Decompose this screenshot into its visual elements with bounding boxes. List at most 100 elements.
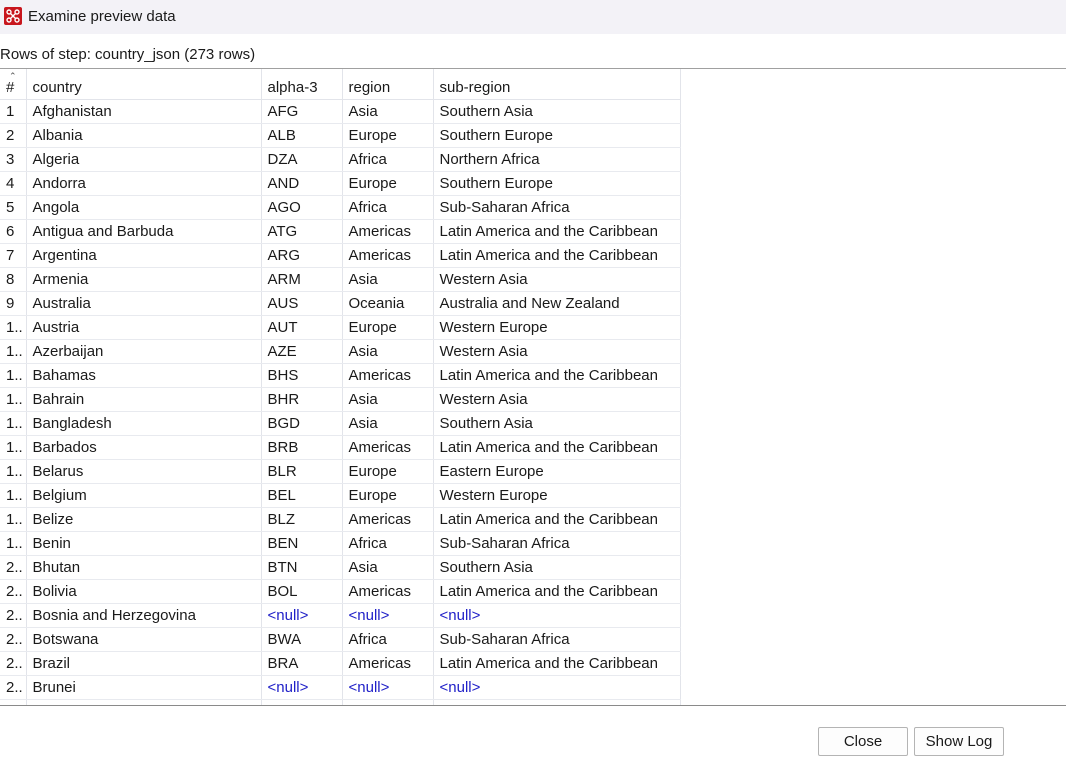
cell-rownum[interactable]: 1.. (0, 531, 27, 556)
cell-region[interactable]: Americas (342, 507, 434, 532)
cell-region[interactable]: Asia (342, 267, 434, 292)
cell-rownum[interactable]: 1.. (0, 507, 27, 532)
table-row[interactable]: 6 Antigua and Barbuda ATG Americas Latin Ame… (0, 219, 681, 244)
cell-alpha-3[interactable]: BLZ (261, 507, 343, 532)
cell-region[interactable]: Europe (342, 171, 434, 196)
cell-sub-region[interactable]: Latin America and the Caribbean (433, 579, 681, 604)
cell-alpha-3[interactable]: ATG (261, 219, 343, 244)
table-row[interactable]: 1.. Belarus BLR Europe Eastern Europe (0, 459, 681, 484)
cell-alpha-3[interactable]: BTN (261, 555, 343, 580)
cell-alpha-3[interactable]: BEL (261, 483, 343, 508)
cell-country[interactable]: Bosnia and Herzegovina (26, 603, 262, 628)
cell-sub-region[interactable]: Latin America and the Caribbean (433, 507, 681, 532)
column-header-region[interactable]: region (342, 69, 434, 100)
column-header-country[interactable]: country (26, 69, 262, 100)
cell-rownum[interactable]: 1.. (0, 483, 27, 508)
table-row[interactable]: 1.. Austria AUT Europe Western Europe (0, 315, 681, 340)
table-row[interactable]: 2.. Botswana BWA Africa Sub-Saharan Africa (0, 627, 681, 652)
table-row[interactable]: 1.. Belgium BEL Europe Western Europe (0, 483, 681, 508)
cell-sub-region[interactable]: Latin America and the Caribbean (433, 651, 681, 676)
cell-alpha-3[interactable]: BLR (261, 459, 343, 484)
cell-rownum[interactable]: 2.. (0, 651, 27, 676)
cell-rownum[interactable]: 1.. (0, 435, 27, 460)
cell-sub-region[interactable]: Latin America and the Caribbean (433, 219, 681, 244)
cell-region[interactable]: Europe (342, 459, 434, 484)
cell-country[interactable]: Benin (26, 531, 262, 556)
cell-alpha-3[interactable]: AZE (261, 339, 343, 364)
cell-region[interactable]: Asia (342, 411, 434, 436)
cell-country[interactable]: Belgium (26, 483, 262, 508)
table-row[interactable]: 1.. Bangladesh BGD Asia Southern Asia (0, 411, 681, 436)
cell-country[interactable]: Belize (26, 507, 262, 532)
cell-sub-region[interactable]: Southern Asia (433, 99, 681, 124)
cell-sub-region[interactable]: Southern Asia (433, 555, 681, 580)
cell-alpha-3[interactable]: BHS (261, 363, 343, 388)
cell-alpha-3[interactable]: BOL (261, 579, 343, 604)
cell-sub-region[interactable]: Australia and New Zealand (433, 291, 681, 316)
table-row[interactable]: 2 Albania ALB Europe Southern Europe (0, 123, 681, 148)
cell-sub-region[interactable]: Western Europe (433, 483, 681, 508)
cell-alpha-3[interactable]: DZA (261, 147, 343, 172)
cell-alpha-3[interactable]: BRB (261, 435, 343, 460)
cell-rownum[interactable]: 1.. (0, 339, 27, 364)
cell-alpha-3[interactable]: <null> (261, 603, 343, 628)
cell-sub-region[interactable]: Latin America and the Caribbean (433, 243, 681, 268)
cell-alpha-3[interactable]: AND (261, 171, 343, 196)
cell-region[interactable]: Africa (342, 627, 434, 652)
column-header-alpha-3[interactable]: alpha-3 (261, 69, 343, 100)
cell-region[interactable]: Africa (342, 531, 434, 556)
cell-sub-region[interactable]: <null> (433, 603, 681, 628)
cell-region[interactable]: Asia (342, 339, 434, 364)
cell-region[interactable]: Asia (342, 99, 434, 124)
cell-country[interactable]: Armenia (26, 267, 262, 292)
cell-rownum[interactable]: 8 (0, 267, 27, 292)
cell-region[interactable]: <null> (342, 603, 434, 628)
cell-country[interactable]: Bahamas (26, 363, 262, 388)
cell-country[interactable]: Algeria (26, 147, 262, 172)
cell-rownum[interactable]: 6 (0, 219, 27, 244)
cell-rownum[interactable]: 2 (0, 123, 27, 148)
cell-rownum[interactable]: 1.. (0, 387, 27, 412)
cell-sub-region[interactable]: Western Europe (433, 315, 681, 340)
cell-alpha-3[interactable]: AUT (261, 315, 343, 340)
cell-country[interactable]: Antigua and Barbuda (26, 219, 262, 244)
cell-region[interactable]: Asia (342, 387, 434, 412)
cell-country[interactable]: Bhutan (26, 555, 262, 580)
cell-rownum[interactable]: 1.. (0, 459, 27, 484)
cell-region[interactable]: Oceania (342, 291, 434, 316)
cell-rownum[interactable]: 4 (0, 171, 27, 196)
cell-alpha-3[interactable]: AGO (261, 195, 343, 220)
table-row[interactable]: 3 Algeria DZA Africa Northern Africa (0, 147, 681, 172)
cell-alpha-3[interactable]: BEN (261, 531, 343, 556)
cell-country[interactable]: Belarus (26, 459, 262, 484)
cell-alpha-3[interactable]: BRA (261, 651, 343, 676)
cell-alpha-3[interactable]: BGD (261, 411, 343, 436)
cell-rownum[interactable]: 9 (0, 291, 27, 316)
cell-region[interactable]: Americas (342, 579, 434, 604)
table-row[interactable]: 4 Andorra AND Europe Southern Europe (0, 171, 681, 196)
cell-rownum[interactable]: 2.. (0, 603, 27, 628)
cell-rownum[interactable]: 5 (0, 195, 27, 220)
cell-sub-region[interactable]: Latin America and the Caribbean (433, 435, 681, 460)
cell-rownum[interactable]: 2.. (0, 627, 27, 652)
cell-region[interactable]: <null> (342, 675, 434, 700)
table-row[interactable]: 2.. Brunei <null> <null> <null> (0, 675, 681, 700)
cell-sub-region[interactable]: Western Asia (433, 267, 681, 292)
cell-alpha-3[interactable]: BHR (261, 387, 343, 412)
cell-sub-region[interactable]: Western Asia (433, 387, 681, 412)
cell-sub-region[interactable]: Eastern Europe (433, 459, 681, 484)
cell-region[interactable]: Americas (342, 651, 434, 676)
table-row[interactable]: 1.. Belize BLZ Americas Latin America and th… (0, 507, 681, 532)
cell-rownum[interactable]: 1.. (0, 411, 27, 436)
cell-sub-region[interactable]: Sub-Saharan Africa (433, 627, 681, 652)
cell-rownum[interactable]: 1.. (0, 363, 27, 388)
cell-country[interactable]: Albania (26, 123, 262, 148)
cell-alpha-3[interactable]: ARM (261, 267, 343, 292)
cell-alpha-3[interactable]: <null> (261, 675, 343, 700)
cell-country[interactable]: Barbados (26, 435, 262, 460)
cell-region[interactable]: Europe (342, 123, 434, 148)
cell-sub-region[interactable]: Western Asia (433, 339, 681, 364)
table-row[interactable]: 1.. Azerbaijan AZE Asia Western Asia (0, 339, 681, 364)
table-row[interactable]: 1.. Barbados BRB Americas Latin America and … (0, 435, 681, 460)
cell-country[interactable]: Australia (26, 291, 262, 316)
